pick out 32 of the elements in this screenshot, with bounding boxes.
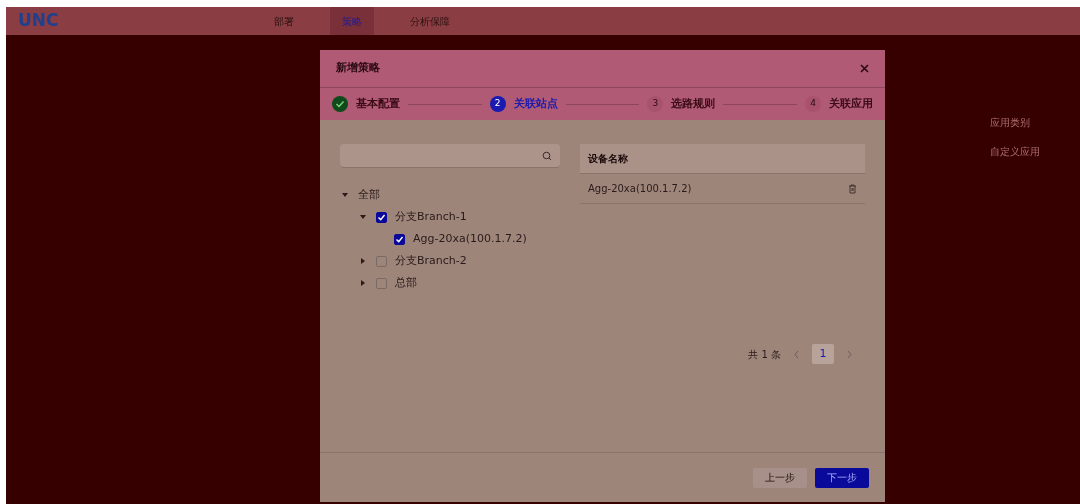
page-number[interactable]: 1 [812, 344, 834, 364]
back-button[interactable]: 上一步 [753, 467, 807, 488]
close-icon[interactable] [860, 64, 869, 73]
step-number: 4 [805, 96, 821, 112]
step-number: 3 [647, 96, 664, 112]
caret-icon[interactable] [359, 279, 367, 287]
search-icon [542, 150, 552, 161]
checkbox[interactable] [376, 211, 387, 223]
next-button[interactable]: 下一步 [815, 467, 869, 488]
search-field[interactable] [340, 144, 560, 168]
tree-item-label[interactable]: 分支Branch-2 [395, 252, 467, 270]
tree-item-label[interactable]: 分支Branch-1 [395, 208, 467, 226]
step-label: 关联站点 [513, 95, 558, 112]
caret-icon[interactable] [359, 213, 367, 221]
column-header: 设备名称 [588, 152, 628, 166]
step-label: 基本配置 [356, 95, 400, 112]
step-label: 关联应用 [829, 95, 873, 112]
dialog-title: 新增策略 [336, 60, 380, 77]
tree-item-label[interactable]: 总部 [395, 274, 417, 292]
step-number: 2 [489, 96, 506, 112]
logo: UNC [18, 9, 60, 33]
trash-icon[interactable] [848, 183, 857, 194]
table-cell-text: Agg-20xa(100.1.7.2) [588, 182, 692, 196]
checkbox[interactable] [394, 233, 405, 245]
caret-icon[interactable] [359, 257, 367, 265]
checkbox[interactable] [376, 255, 387, 267]
step-label: 选路规则 [671, 95, 716, 112]
checkbox[interactable] [376, 277, 387, 289]
tree-item-label[interactable]: 全部 [358, 186, 380, 204]
tree-item-label[interactable]: Agg-20xa(100.1.7.2) [413, 230, 527, 248]
caret-icon[interactable] [341, 191, 349, 199]
pagination-total: 共 1 条 [748, 347, 781, 362]
